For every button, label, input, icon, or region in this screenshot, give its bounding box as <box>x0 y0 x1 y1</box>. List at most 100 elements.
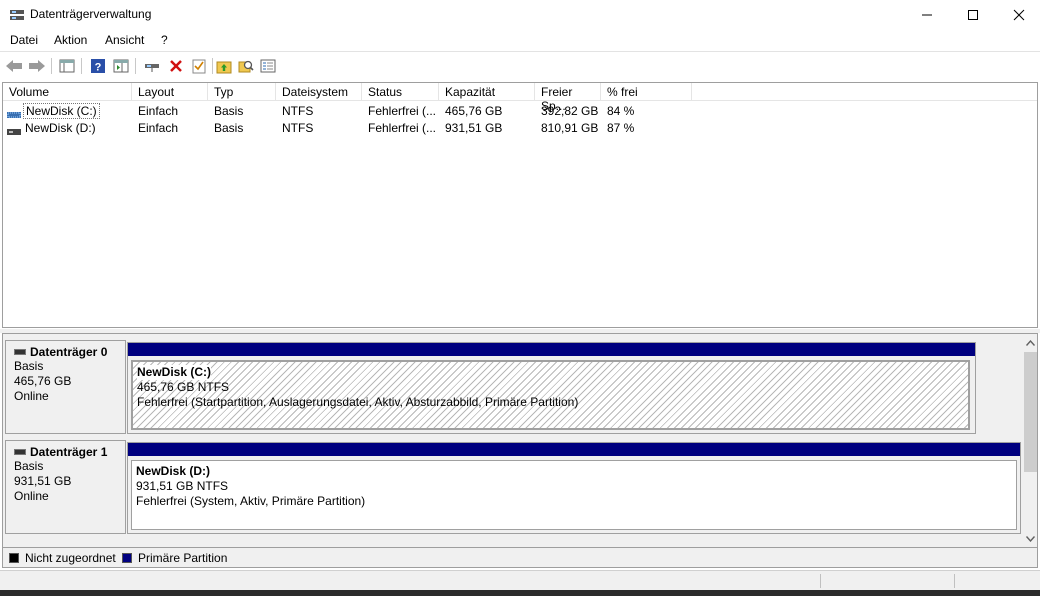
disk-state: Online <box>14 389 49 403</box>
capacity-cell: 465,76 GB <box>445 104 503 118</box>
scroll-up-icon[interactable] <box>1022 334 1037 351</box>
partition-color-bar <box>128 343 975 356</box>
legend-swatch <box>9 553 19 563</box>
partition-color-bar <box>128 443 1020 456</box>
column-header-prozent-frei[interactable]: % frei <box>601 83 692 101</box>
partition-area: NewDisk (C:) 465,76 GB NTFS Fehlerfrei (… <box>127 342 976 434</box>
disk-name: Datenträger 0 <box>30 345 108 359</box>
check-properties-icon[interactable] <box>189 56 209 76</box>
disk-type: Basis <box>14 459 44 473</box>
disk-size: 931,51 GB <box>14 474 72 488</box>
disk-icon <box>14 349 26 355</box>
action-pane-icon[interactable] <box>111 56 131 76</box>
filesystem-cell: NTFS <box>282 121 314 135</box>
maximize-button[interactable] <box>950 0 996 30</box>
partition-title: NewDisk (D:) <box>136 464 211 479</box>
vertical-scrollbar[interactable] <box>1022 334 1037 547</box>
connect-disk-icon[interactable] <box>142 56 162 76</box>
partition-block[interactable]: NewDisk (C:) 465,76 GB NTFS Fehlerfrei (… <box>131 360 970 430</box>
toolbar-separator <box>81 58 82 74</box>
partition-status: Fehlerfrei (Startpartition, Auslagerungs… <box>137 395 579 409</box>
forward-arrow-icon[interactable] <box>27 56 47 76</box>
svg-text:?: ? <box>95 62 102 74</box>
toolbar: ? <box>0 51 1040 79</box>
disk-label: Datenträger 0 <box>14 345 125 359</box>
scrollbar-thumb[interactable] <box>1024 352 1037 472</box>
partition-size: 931,51 GB NTFS <box>136 479 229 493</box>
settings-list-icon[interactable] <box>258 56 278 76</box>
window-title: Datenträgerverwaltung <box>30 7 152 21</box>
column-header-freier-speicher[interactable]: Freier Sp... <box>535 83 601 113</box>
percent-free-cell: 84 % <box>607 104 635 118</box>
volume-icon <box>7 107 21 118</box>
percent-free-cell: 87 % <box>607 121 635 135</box>
disk-size: 465,76 GB <box>14 374 72 388</box>
legend-bar: Nicht zugeordnet Primäre Partition <box>2 548 1038 568</box>
partition-area: NewDisk (D:) 931,51 GB NTFS Fehlerfrei (… <box>127 442 1021 534</box>
legend-label: Nicht zugeordnet <box>25 551 116 565</box>
help-icon[interactable]: ? <box>88 56 108 76</box>
back-arrow-icon[interactable] <box>4 56 24 76</box>
partition-size: 465,76 GB NTFS <box>137 380 230 394</box>
capacity-cell: 931,51 GB <box>445 121 503 135</box>
partition-title: NewDisk (C:) <box>137 365 212 380</box>
column-header-dateisystem[interactable]: Dateisystem <box>276 83 362 101</box>
menu-aktion[interactable]: Aktion <box>54 33 87 47</box>
column-header-kapazitaet[interactable]: Kapazität <box>439 83 535 101</box>
free-space-cell: 392,82 GB <box>541 104 599 118</box>
volume-list-header: Volume Layout Typ Dateisystem Status Kap… <box>3 83 1037 113</box>
column-header-typ[interactable]: Typ <box>208 83 276 101</box>
column-header-layout[interactable]: Layout <box>132 83 208 101</box>
volume-list[interactable]: Volume Layout Typ Dateisystem Status Kap… <box>2 82 1038 328</box>
toolbar-separator <box>212 58 213 74</box>
table-row[interactable]: NewDisk (C:) Einfach Basis NTFS Fehlerfr… <box>3 102 1037 119</box>
status-divider <box>954 574 955 588</box>
disk-row: Datenträger 0 Basis 465,76 GB Online New… <box>3 334 1021 434</box>
disk-info-panel[interactable]: Datenträger 1 Basis 931,51 GB Online <box>5 440 126 534</box>
disk-graphical-view[interactable]: Datenträger 0 Basis 465,76 GB Online New… <box>2 333 1038 548</box>
volume-name-cell: NewDisk (C:) <box>23 103 100 119</box>
legend-item-primary: Primäre Partition <box>122 551 227 565</box>
background-strip <box>0 590 1040 596</box>
disk-label: Datenträger 1 <box>14 445 125 459</box>
title-bar: Datenträgerverwaltung <box>0 0 1040 30</box>
partition-block[interactable]: NewDisk (D:) 931,51 GB NTFS Fehlerfrei (… <box>131 460 1017 530</box>
menu-help[interactable]: ? <box>161 33 168 47</box>
disk-name: Datenträger 1 <box>30 445 108 459</box>
status-cell: Fehlerfrei (... <box>368 121 437 135</box>
menu-ansicht[interactable]: Ansicht <box>105 33 144 47</box>
folder-up-icon[interactable] <box>214 56 234 76</box>
status-cell: Fehlerfrei (... <box>368 104 437 118</box>
menu-datei[interactable]: Datei <box>10 33 38 47</box>
legend-label: Primäre Partition <box>138 551 228 565</box>
disk-type: Basis <box>14 359 44 373</box>
type-cell: Basis <box>214 121 244 135</box>
table-row[interactable]: NewDisk (D:) Einfach Basis NTFS Fehlerfr… <box>3 119 1037 136</box>
console-tree-icon[interactable] <box>57 56 77 76</box>
minimize-button[interactable] <box>904 0 950 30</box>
status-bar <box>0 570 1040 590</box>
disk-management-icon <box>9 7 25 23</box>
legend-swatch <box>122 553 132 563</box>
layout-cell: Einfach <box>138 104 179 118</box>
disk-row: Datenträger 1 Basis 931,51 GB Online New… <box>3 434 1021 534</box>
type-cell: Basis <box>214 104 244 118</box>
filesystem-cell: NTFS <box>282 104 314 118</box>
disk-icon <box>14 449 26 455</box>
status-divider <box>820 574 821 588</box>
column-header-volume[interactable]: Volume <box>3 83 132 101</box>
disk-info-panel[interactable]: Datenträger 0 Basis 465,76 GB Online <box>5 340 126 434</box>
legend-item-unallocated: Nicht zugeordnet <box>9 551 116 565</box>
toolbar-separator <box>51 58 52 74</box>
toolbar-separator <box>135 58 136 74</box>
partition-status: Fehlerfrei (System, Aktiv, Primäre Parti… <box>136 494 366 508</box>
volume-name-cell: NewDisk (D:) <box>25 121 96 135</box>
close-button[interactable] <box>996 0 1040 30</box>
menu-bar: Datei Aktion Ansicht ? <box>0 30 1040 50</box>
search-folder-icon[interactable] <box>236 56 256 76</box>
layout-cell: Einfach <box>138 121 179 135</box>
delete-icon[interactable] <box>166 56 186 76</box>
column-header-status[interactable]: Status <box>362 83 439 101</box>
scroll-down-icon[interactable] <box>1022 530 1037 547</box>
disk-state: Online <box>14 489 49 503</box>
